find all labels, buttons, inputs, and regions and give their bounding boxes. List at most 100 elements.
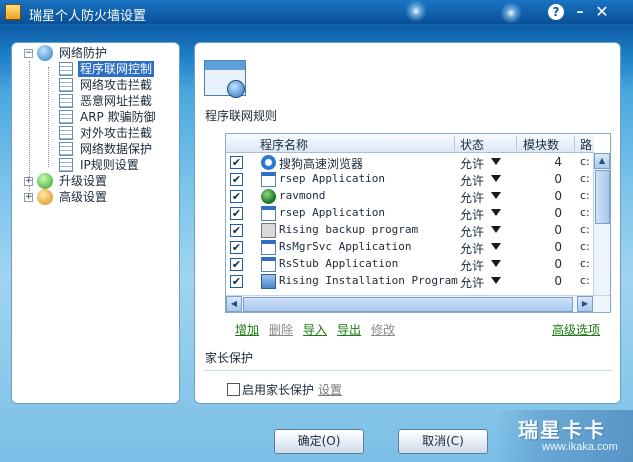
rule-enabled-checkbox[interactable]: ✔ (230, 241, 243, 254)
column-header-name[interactable]: 程序名称 (260, 136, 308, 153)
tree-item-program-control[interactable]: 程序联网控制 (12, 61, 178, 77)
table-row[interactable]: ✔ RsMgrSvc Application 允许 0 c: (226, 239, 594, 256)
program-name: ravmond (279, 189, 326, 202)
minimize-button[interactable]: – (572, 4, 588, 20)
module-count: 0 (554, 223, 562, 237)
status-value[interactable]: 允许 (460, 257, 484, 274)
rule-enabled-checkbox[interactable]: ✔ (230, 190, 243, 203)
import-rules-link[interactable]: 导入 (303, 321, 327, 338)
page-icon (59, 110, 73, 124)
parental-settings-link[interactable]: 设置 (318, 381, 342, 398)
tree-item-upgrade-settings[interactable]: + 升级设置 (12, 173, 178, 189)
status-dropdown-icon[interactable] (491, 175, 501, 182)
table-row[interactable]: ✔ Rising backup program 允许 0 c: (226, 222, 594, 239)
rule-enabled-checkbox[interactable]: ✔ (230, 258, 243, 271)
table-row[interactable]: ✔ rsep Application 允许 0 c: (226, 171, 594, 188)
title-bar: 瑞星个人防火墙设置 ? – ✕ (0, 0, 633, 24)
tree-item-attack-block[interactable]: 网络攻击拦截 (12, 77, 178, 93)
collapse-toggle[interactable]: − (24, 49, 33, 58)
program-path: c: (580, 223, 590, 236)
network-badge-icon (227, 80, 245, 98)
status-value[interactable]: 允许 (460, 155, 484, 172)
table-row[interactable]: ✔ ravmond 允许 0 c: (226, 188, 594, 205)
modify-rule-link[interactable]: 修改 (371, 321, 395, 338)
ok-button[interactable]: 确定(O) (274, 429, 364, 454)
tree-item-outbound-attack[interactable]: 对外攻击拦截 (12, 125, 178, 141)
table-row[interactable]: ✔ RsStub Application 允许 0 c: (226, 256, 594, 273)
program-name: Rising backup program (279, 223, 419, 236)
status-value[interactable]: 允许 (460, 223, 484, 240)
status-value[interactable]: 允许 (460, 206, 484, 223)
page-icon (59, 94, 73, 108)
table-row[interactable]: ✔ 搜狗高速浏览器 允许 4 c: (226, 154, 594, 171)
page-icon (59, 142, 73, 156)
program-name: RsMgrSvc Application (279, 240, 412, 253)
status-dropdown-icon[interactable] (491, 260, 501, 267)
brand-url: www.ikaka.com (542, 441, 618, 453)
status-value[interactable]: 允许 (460, 274, 484, 291)
horizontal-scrollbar[interactable]: ◀ ▶ (226, 295, 610, 312)
section-title: 程序联网规则 (205, 109, 278, 123)
tree-item-ip-rules[interactable]: IP规则设置 (12, 157, 178, 173)
status-dropdown-icon[interactable] (491, 277, 501, 284)
tree-item-arp-defense[interactable]: ARP 欺骗防御 (12, 109, 178, 125)
main-panel: 程序联网规则 程序名称 状态 模块数 路 ✔ 搜狗高速浏览器 允许 4 c: ✔ rsep … (194, 42, 621, 404)
scroll-up-button[interactable]: ▲ (594, 153, 610, 169)
scroll-left-button[interactable]: ◀ (226, 296, 242, 312)
status-value[interactable]: 允许 (460, 172, 484, 189)
table-row[interactable]: ✔ Rising Installation Program 允许 0 c: (226, 273, 594, 290)
rule-enabled-checkbox[interactable]: ✔ (230, 173, 243, 186)
enable-parental-label[interactable]: 启用家长保护 (242, 381, 314, 398)
tree-label: ARP 欺骗防御 (80, 110, 156, 124)
add-rule-link[interactable]: 增加 (235, 321, 259, 338)
delete-rule-link[interactable]: 删除 (269, 321, 293, 338)
column-separator (454, 136, 455, 151)
app-shield-icon (5, 4, 21, 20)
rule-enabled-checkbox[interactable]: ✔ (230, 275, 243, 288)
brand-name: 瑞星卡卡 (518, 418, 606, 442)
tree-item-data-protection[interactable]: 网络数据保护 (12, 141, 178, 157)
close-button[interactable]: ✕ (594, 4, 610, 20)
program-path: c: (580, 240, 590, 253)
vertical-scroll-thumb[interactable] (595, 170, 610, 224)
scroll-right-button[interactable]: ▶ (577, 296, 593, 312)
help-button[interactable]: ? (548, 4, 564, 20)
expand-toggle[interactable]: + (24, 177, 33, 186)
column-header-path[interactable]: 路 (580, 136, 592, 153)
status-value[interactable]: 允许 (460, 189, 484, 206)
column-header-modules[interactable]: 模块数 (523, 136, 559, 153)
rule-enabled-checkbox[interactable]: ✔ (230, 224, 243, 237)
application-window-icon (261, 172, 276, 187)
sogou-browser-icon (261, 155, 276, 170)
brand-watermark: 瑞星卡卡 www.ikaka.com (494, 410, 633, 462)
status-dropdown-icon[interactable] (491, 192, 501, 199)
network-globe-icon (37, 45, 53, 61)
status-dropdown-icon[interactable] (491, 243, 501, 250)
status-dropdown-icon[interactable] (491, 209, 501, 216)
application-window-icon (261, 240, 276, 255)
export-rules-link[interactable]: 导出 (337, 321, 361, 338)
module-count: 4 (554, 155, 562, 169)
program-name: Rising Installation Program (279, 274, 458, 287)
status-dropdown-icon[interactable] (491, 158, 501, 165)
tree-item-network-protection[interactable]: − 网络防护 (12, 45, 178, 61)
cancel-button[interactable]: 取消(C) (398, 429, 488, 454)
tree-label: 恶意网址拦截 (80, 94, 153, 108)
tree-item-advanced-settings[interactable]: + 高级设置 (12, 189, 178, 205)
tree-label: 网络防护 (59, 46, 108, 60)
page-icon (59, 126, 73, 140)
application-window-icon (261, 206, 276, 221)
enable-parental-checkbox[interactable] (227, 383, 240, 396)
rule-enabled-checkbox[interactable]: ✔ (230, 207, 243, 220)
horizontal-scroll-thumb[interactable] (243, 297, 573, 312)
column-header-status[interactable]: 状态 (460, 136, 484, 153)
advanced-options-link[interactable]: 高级选项 (552, 321, 600, 338)
status-value[interactable]: 允许 (460, 240, 484, 257)
table-row[interactable]: ✔ rsep Application 允许 0 c: (226, 205, 594, 222)
rule-enabled-checkbox[interactable]: ✔ (230, 156, 243, 169)
expand-toggle[interactable]: + (24, 193, 33, 202)
vertical-scrollbar[interactable]: ▲ ▼ (593, 153, 610, 312)
status-dropdown-icon[interactable] (491, 226, 501, 233)
tree-item-malicious-url[interactable]: 恶意网址拦截 (12, 93, 178, 109)
application-window-icon (261, 257, 276, 272)
